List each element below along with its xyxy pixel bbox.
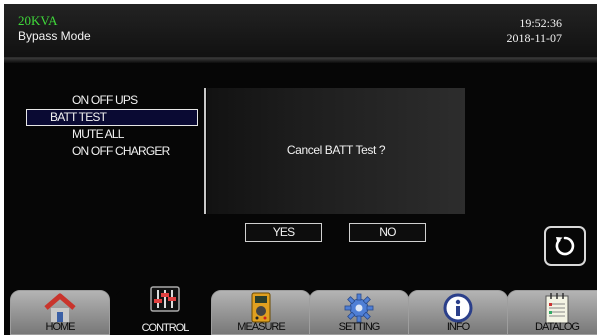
- nav-setting[interactable]: SETTING: [309, 290, 409, 335]
- menu-item-batt-test[interactable]: BATT TEST: [26, 109, 198, 126]
- info-icon: [443, 293, 473, 323]
- no-button[interactable]: NO: [349, 223, 426, 242]
- nav-setting-label: SETTING: [338, 321, 381, 333]
- dialog-message: Cancel BATT Test ?: [286, 143, 386, 157]
- capacity-label: 20KVA: [18, 13, 58, 28]
- status-header: 20KVA Bypass Mode 19:52:36 2018-11-07: [4, 4, 597, 58]
- clock-time: 19:52:36: [519, 16, 562, 30]
- clock-date: 2018-11-07: [506, 31, 562, 45]
- nav-control[interactable]: CONTROL: [115, 286, 215, 335]
- nav-info-label: INFO: [446, 321, 470, 333]
- yes-button[interactable]: YES: [245, 223, 322, 242]
- menu-item-mute-all[interactable]: MUTE ALL: [26, 126, 206, 143]
- back-button[interactable]: [544, 226, 586, 266]
- home-icon: [44, 293, 76, 322]
- menu-item-on-off-charger[interactable]: ON OFF CHARGER: [26, 143, 206, 160]
- multimeter-icon: [251, 292, 271, 323]
- notepad-icon: [545, 293, 569, 324]
- confirm-dialog: Cancel BATT Test ?: [207, 88, 465, 214]
- menu-divider: [204, 88, 206, 214]
- nav-control-label: CONTROL: [141, 322, 190, 334]
- nav-datalog[interactable]: DATALOG: [507, 290, 597, 335]
- mode-label: Bypass Mode: [18, 29, 91, 43]
- ups-screen: 20KVA Bypass Mode 19:52:36 2018-11-07 ON…: [4, 4, 597, 335]
- nav-info[interactable]: INFO: [408, 290, 508, 335]
- nav-measure-label: MEASURE: [237, 321, 285, 333]
- nav-datalog-label: DATALOG: [535, 321, 580, 333]
- refresh-icon: [555, 236, 575, 256]
- menu-item-on-off-ups[interactable]: ON OFF UPS: [26, 92, 206, 109]
- gear-icon: [344, 293, 374, 323]
- nav-home[interactable]: HOME: [10, 290, 110, 335]
- control-menu: ON OFF UPS BATT TEST MUTE ALL ON OFF CHA…: [26, 92, 206, 160]
- header-separator: [4, 58, 597, 63]
- nav-home-label: HOME: [45, 321, 76, 333]
- sliders-icon: [150, 286, 180, 312]
- bottom-nav: HOME CONTROL MEASURE SETTING INFO DATALO…: [4, 270, 597, 335]
- nav-measure[interactable]: MEASURE: [211, 290, 311, 335]
